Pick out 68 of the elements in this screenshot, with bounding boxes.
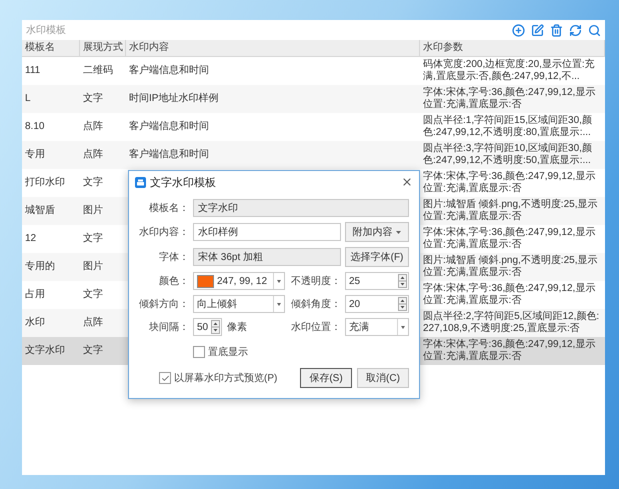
- table-cell: 圆点半径:3,字符间距10,区域间距30,颜色:247,99,12,不透明度:50,置底显示:...: [420, 141, 605, 169]
- close-button[interactable]: [401, 176, 413, 188]
- app-icon: [135, 176, 146, 188]
- checkbox-box[interactable]: [193, 346, 205, 358]
- field-label: 不透明度：: [290, 274, 341, 288]
- stepper-icon[interactable]: [398, 297, 407, 311]
- panel-title: 水印模板: [26, 24, 66, 37]
- dropdown-field[interactable]: 向上倾斜: [193, 295, 285, 313]
- table-cell: 专用: [22, 141, 80, 169]
- table-cell: 图片: [80, 197, 126, 225]
- search-icon[interactable]: [588, 24, 601, 36]
- field-label: 颜色：: [158, 274, 189, 288]
- table-cell: 图片: [80, 253, 126, 281]
- table-cell: 圆点半径:2,字符间距5,区域间距12,颜色:227,108,9,不透明度:25,置底显示:否: [420, 309, 605, 337]
- number-field[interactable]: 25: [345, 272, 409, 290]
- table-cell: 点阵: [80, 309, 126, 337]
- checkbox-label: 以屏幕水印方式预览(P): [174, 372, 278, 385]
- checkbox-label: 置底显示: [208, 346, 248, 359]
- choose-font-button[interactable]: 选择字体(F): [345, 247, 409, 267]
- text-field[interactable]: 水印样例: [193, 223, 341, 241]
- table-cell: L: [22, 85, 80, 113]
- table-cell: 点阵: [80, 141, 126, 169]
- edit-icon[interactable]: [531, 24, 544, 36]
- number-field[interactable]: 50: [193, 318, 222, 336]
- stepper-icon[interactable]: [398, 274, 407, 288]
- unit-label: 像素: [227, 320, 248, 334]
- number-field[interactable]: 20: [345, 295, 409, 313]
- field-label: 块间隔：: [148, 320, 189, 334]
- field-label: 字体：: [158, 250, 189, 264]
- stepper-icon[interactable]: [211, 320, 220, 334]
- delete-icon[interactable]: [550, 24, 563, 36]
- checkbox-box[interactable]: [159, 372, 171, 384]
- field-label: 倾斜角度：: [290, 298, 341, 311]
- text-field[interactable]: 宋体 36pt 加粗: [193, 248, 341, 266]
- field-label: 水印位置：: [290, 320, 341, 334]
- table-cell: 客户端信息和时间: [126, 141, 420, 169]
- append-content-button[interactable]: 附加内容: [345, 222, 409, 242]
- caret-icon[interactable]: [397, 319, 408, 335]
- table-cell: 专用的: [22, 253, 80, 281]
- column-header[interactable]: 水印内容: [126, 40, 420, 57]
- table-cell: 城智盾: [22, 197, 80, 225]
- dropdown-field[interactable]: 247, 99, 12: [193, 272, 285, 290]
- field-label: 倾斜方向：: [139, 298, 189, 311]
- dialog-button[interactable]: 保存(S): [300, 368, 352, 388]
- refresh-icon[interactable]: [569, 24, 582, 36]
- dropdown-field[interactable]: 充满: [345, 318, 409, 336]
- table-cell: 文字水印: [22, 337, 80, 365]
- table-cell: 水印: [22, 309, 80, 337]
- table-cell: 时间IP地址水印样例: [126, 85, 420, 113]
- caret-icon[interactable]: [273, 273, 284, 289]
- table-cell: 文字: [80, 337, 126, 365]
- checkbox[interactable]: 以屏幕水印方式预览(P): [139, 371, 285, 385]
- table-cell: 字体:宋体,字号:36,颜色:247,99,12,显示位置:充满,置底显示:否: [420, 337, 605, 365]
- dialog-button[interactable]: 取消(C): [357, 368, 409, 388]
- checkbox[interactable]: 置底显示: [193, 345, 409, 359]
- field-label: 水印内容：: [139, 226, 189, 239]
- table-cell: 图片:城智盾 倾斜.png,不透明度:25,显示位置:充满,置底显示:否: [420, 253, 605, 281]
- text-field[interactable]: 文字水印: [193, 199, 409, 217]
- table-cell: 字体:宋体,字号:36,颜色:247,99,12,显示位置:充满,置底显示:否: [420, 85, 605, 113]
- add-icon[interactable]: [512, 24, 525, 36]
- table-cell: 文字: [80, 85, 126, 113]
- dialog-title: 文字水印模板: [150, 176, 217, 190]
- column-header[interactable]: 水印参数: [420, 40, 605, 57]
- table-cell: 图片:城智盾 倾斜.png,不透明度:25,显示位置:充满,置底显示:否: [420, 197, 605, 225]
- column-header[interactable]: 展现方式: [80, 40, 126, 57]
- column-header[interactable]: 模板名: [22, 40, 80, 57]
- caret-icon[interactable]: [273, 296, 284, 312]
- field-label: 模板名：: [148, 202, 189, 215]
